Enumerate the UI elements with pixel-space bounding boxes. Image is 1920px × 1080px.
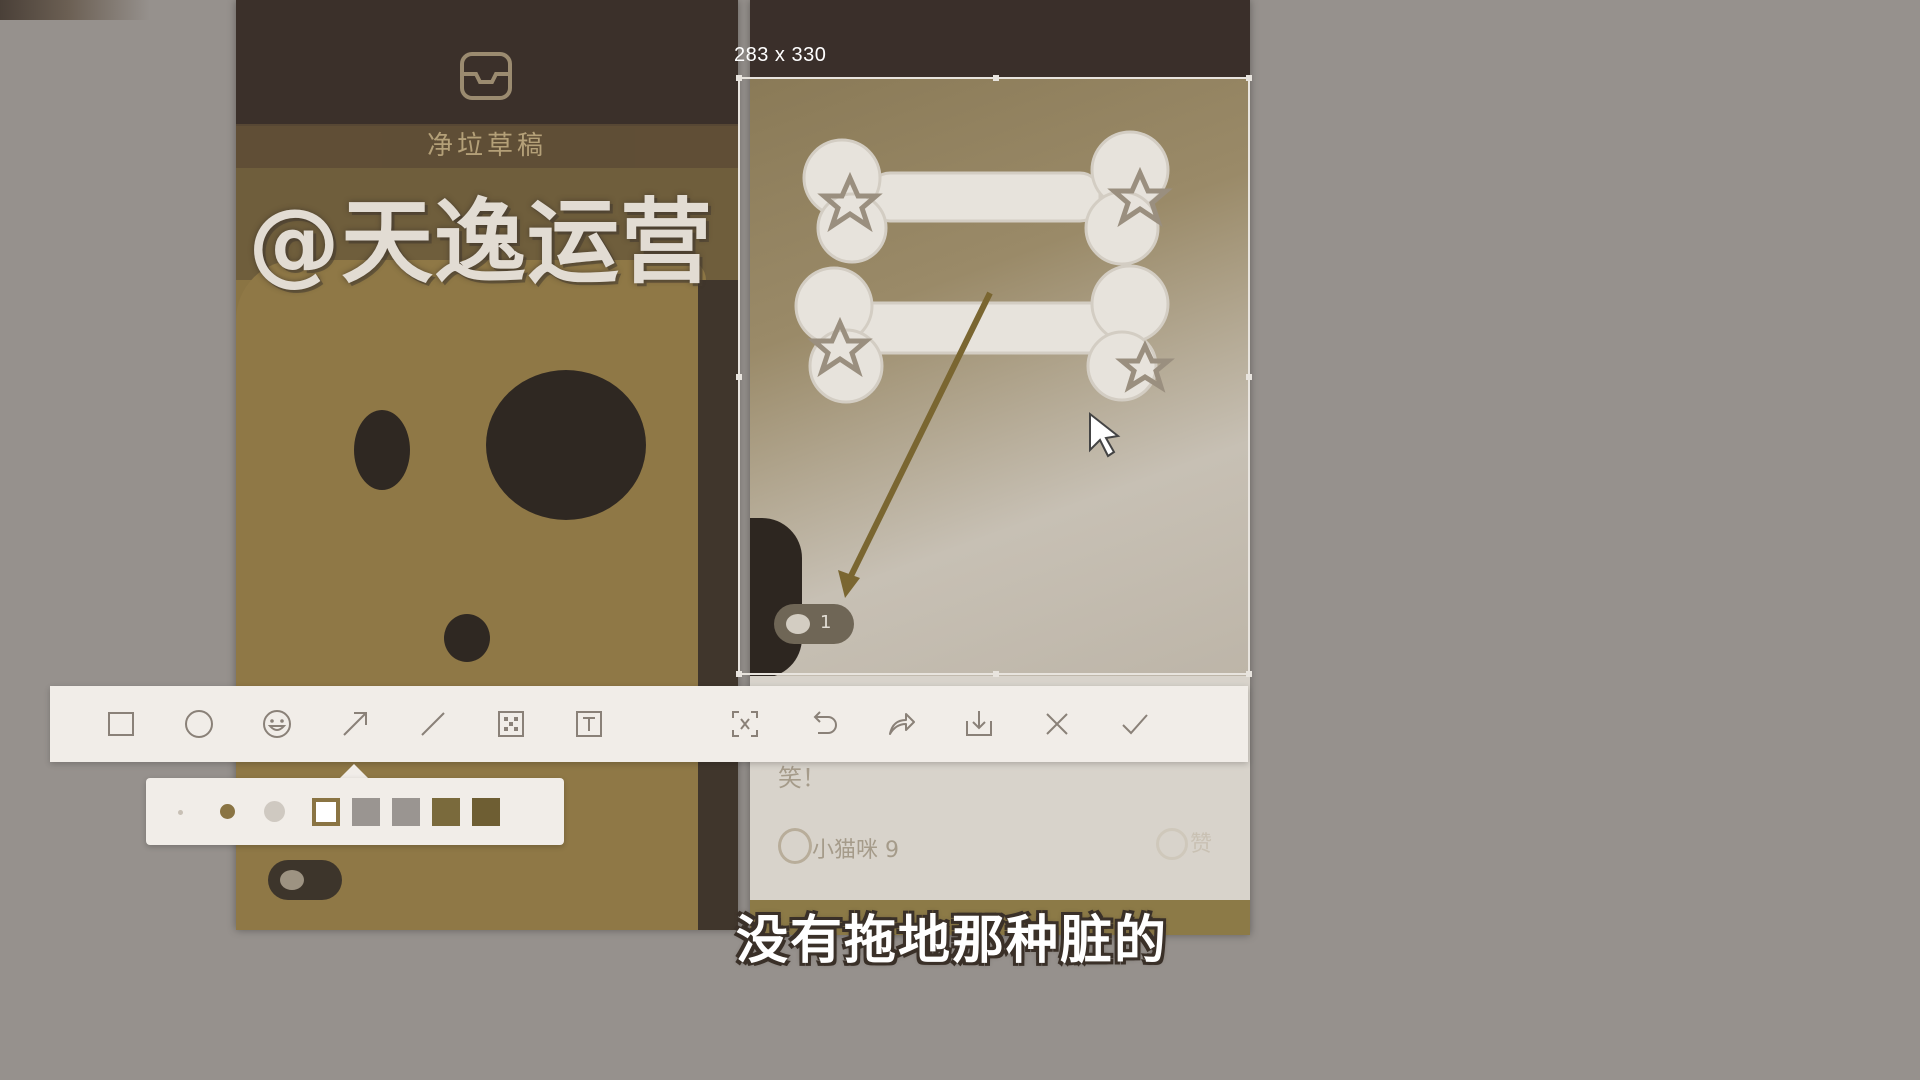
arrow-icon (343, 712, 367, 736)
bone-toy-image (750, 78, 1250, 678)
post-username: 小猫咪 9 (812, 838, 899, 863)
avatar-icon (778, 828, 812, 864)
share-icon (889, 713, 915, 735)
text-icon (576, 711, 602, 737)
scan-text-icon (732, 711, 758, 737)
bone-toys-graphic (794, 130, 1175, 598)
confirm-button[interactable] (1111, 700, 1159, 748)
rectangle-icon (108, 712, 134, 736)
eye-icon (786, 614, 810, 634)
like-label: 赞 (1190, 832, 1213, 857)
text-tool[interactable] (565, 700, 613, 748)
stroke-size-small[interactable] (178, 810, 183, 815)
view-count-badge (268, 860, 342, 900)
background-corner-decoration (0, 0, 150, 20)
cancel-button[interactable] (1033, 700, 1081, 748)
color-swatch-olive[interactable] (432, 798, 460, 826)
check-icon (1122, 714, 1148, 735)
line-icon (421, 712, 445, 736)
heart-icon (1156, 828, 1188, 860)
mosaic-tool[interactable] (487, 700, 535, 748)
save-button[interactable] (955, 700, 1003, 748)
inbox-icon (460, 52, 512, 100)
cheese-hole (486, 370, 646, 520)
circle-icon (185, 710, 213, 738)
rectangle-tool[interactable] (97, 700, 145, 748)
color-swatch-white[interactable] (312, 798, 340, 826)
share-button[interactable] (877, 700, 925, 748)
stroke-size-large[interactable] (264, 801, 285, 822)
view-count: 1 (820, 612, 832, 633)
selection-size-label: 283 x 330 (734, 44, 827, 66)
right-phone-screenshot: 1 笑！ 小猫咪 9 赞 (750, 0, 1250, 935)
smiley-icon (263, 710, 291, 738)
panel-pointer (340, 764, 368, 778)
dark-region (750, 518, 802, 678)
view-count-badge: 1 (774, 604, 854, 644)
ocr-tool[interactable] (721, 700, 769, 748)
undo-button[interactable] (799, 700, 847, 748)
screenshot-toolbar (50, 686, 1248, 762)
left-screen-header (236, 0, 738, 126)
mosaic-icon (498, 711, 524, 737)
color-swatch-gray[interactable] (392, 798, 420, 826)
cheese-hole (354, 410, 410, 490)
post-caption: 笑！ (778, 764, 826, 792)
color-swatch-dark-olive[interactable] (472, 798, 500, 826)
video-subtitle: 没有拖地那种脏的 (736, 911, 1169, 971)
download-icon (966, 711, 992, 736)
ellipse-tool[interactable] (175, 700, 223, 748)
stroke-size-medium[interactable] (220, 804, 235, 819)
color-swatch-gray[interactable] (352, 798, 380, 826)
eye-icon (280, 870, 304, 890)
watermark-text: @天逸运营 (248, 189, 714, 296)
left-screen-header-label: 净垃草稿 (236, 124, 738, 168)
arrow-tool[interactable] (331, 700, 379, 748)
close-icon (1046, 713, 1068, 735)
line-tool[interactable] (409, 700, 457, 748)
color-size-panel (146, 778, 564, 845)
undo-icon (813, 711, 837, 734)
cheese-hole (444, 614, 490, 662)
left-screen-shadow (698, 280, 738, 930)
mouse-cursor-icon (1089, 411, 1121, 458)
emoji-tool[interactable] (253, 700, 301, 748)
